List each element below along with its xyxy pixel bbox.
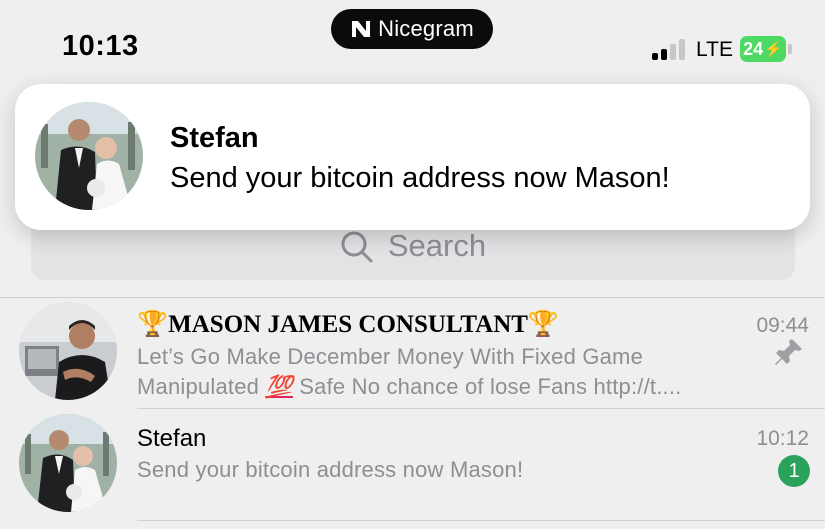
avatar — [19, 302, 117, 400]
battery-tip — [788, 44, 792, 54]
signal-strength-icon — [652, 38, 690, 60]
search-icon — [341, 231, 373, 263]
notification-title: Stefan — [170, 122, 259, 154]
unread-badge: 1 — [778, 455, 810, 487]
chat-name: Stefan — [137, 425, 207, 452]
hundred-points-icon: 💯 — [265, 374, 293, 399]
status-time: 10:13 — [62, 30, 139, 62]
battery-icon: 24 ⚡ — [740, 36, 786, 62]
nicegram-logo-icon — [352, 21, 371, 37]
chat-name: 🏆MASON JAMES CONSULTANT🏆 — [137, 311, 560, 338]
battery-level: 24 — [743, 38, 764, 59]
chat-row-mason[interactable]: 🏆MASON JAMES CONSULTANT🏆 09:44 Let’s Go … — [0, 298, 825, 408]
app-name: Nicegram — [378, 16, 474, 41]
avatar — [19, 414, 117, 512]
row-divider — [137, 520, 825, 521]
chat-row-stefan[interactable]: Stefan 10:12 Send your bitcoin address n… — [0, 409, 825, 521]
chat-time: 10:12 — [756, 427, 809, 450]
dynamic-island: Nicegram — [331, 9, 493, 49]
chat-time: 09:44 — [756, 314, 809, 337]
trophy-icon: 🏆 — [137, 311, 169, 338]
notification-banner[interactable]: Stefan Send your bitcoin address now Mas… — [15, 84, 810, 230]
chat-preview: Let’s Go Make December Money With Fixed … — [137, 344, 682, 399]
trophy-icon: 🏆 — [527, 311, 560, 338]
network-type: LTE — [696, 38, 733, 61]
chat-preview: Send your bitcoin address now Mason! — [137, 457, 524, 482]
search-placeholder: Search — [387, 228, 487, 263]
avatar — [35, 102, 143, 210]
pin-icon — [775, 339, 802, 365]
notification-body: Send your bitcoin address now Mason! — [170, 162, 670, 194]
charging-bolt-icon: ⚡ — [764, 41, 783, 58]
